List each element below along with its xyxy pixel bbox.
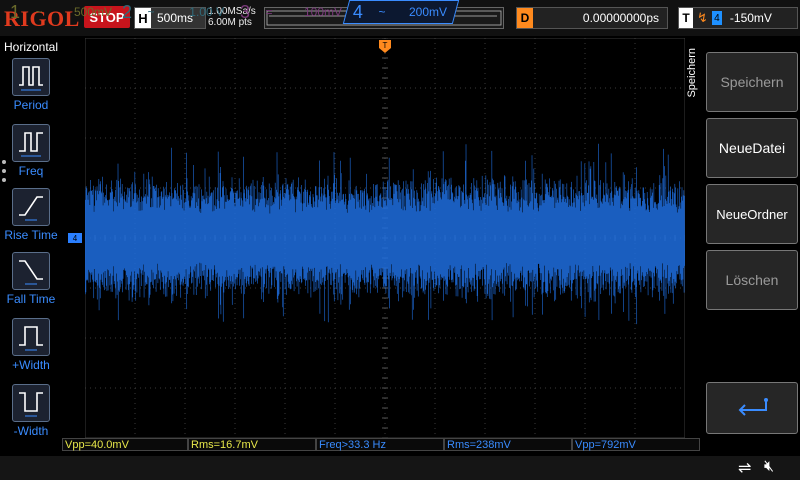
freq-icon	[12, 124, 50, 162]
return-button[interactable]	[706, 382, 798, 434]
save-button[interactable]: Speichern	[706, 52, 798, 112]
measure-label: -Width	[13, 424, 49, 438]
return-arrow-icon	[738, 398, 768, 416]
measurement-result: Rms=238mV	[444, 438, 572, 451]
delay-label: D	[517, 8, 533, 28]
channel-number: 1	[9, 1, 20, 22]
delay-box[interactable]: D 0.00000000ps	[516, 7, 668, 29]
rise-time-icon	[12, 188, 50, 226]
speaker-muted-icon[interactable]: 🔇︎	[764, 458, 774, 476]
coupling-icon: ~	[378, 5, 386, 19]
measure-fall-time[interactable]: Fall Time	[0, 252, 62, 306]
trigger-label: T	[679, 8, 693, 28]
trigger-box[interactable]: T ↯ 4 -150mV	[678, 7, 798, 29]
fall-time-icon	[12, 252, 50, 290]
measure-rise-time[interactable]: Rise Time	[0, 188, 62, 242]
channel-number: 2	[121, 1, 132, 22]
measure-label: +Width	[12, 358, 50, 372]
measurement-result: Vpp=792mV	[572, 438, 700, 451]
channel-3-tab[interactable]: 3 = 100mV	[234, 0, 342, 24]
waveform-display[interactable]: T	[85, 38, 685, 438]
measure-freq[interactable]: Freq	[0, 124, 62, 178]
measurement-result: Rms=16.7mV	[188, 438, 316, 451]
channel-scale: 1.00 V	[189, 5, 224, 19]
delete-button[interactable]: Löschen	[706, 250, 798, 310]
measure-label: Freq	[18, 164, 44, 178]
measure-label: Rise Time	[4, 228, 58, 242]
channel-scale: 200mV	[408, 5, 447, 19]
channel-bar	[0, 456, 800, 480]
channel-2-tab[interactable]: 2 ~ 1.00 V	[116, 0, 224, 24]
measure-positive-width[interactable]: +Width	[0, 318, 62, 372]
measurement-results: Vpp=40.0mV Rms=16.7mV Freq>33.3 Hz Rms=2…	[62, 438, 702, 452]
measurement-result: Vpp=40.0mV	[62, 438, 188, 451]
channel-scale: 100mV	[303, 5, 342, 19]
menu-title: Horizontal	[3, 40, 59, 54]
delay-value: 0.00000000ps	[582, 11, 659, 25]
menu-section-label: Speichern	[686, 48, 698, 98]
coupling-icon: ~	[35, 5, 43, 19]
edge-trigger-icon: ↯	[697, 10, 708, 25]
channel-number: 4	[352, 1, 363, 22]
channel-4-tab[interactable]: 4 ~ 200mV	[342, 0, 460, 24]
new-file-button[interactable]: NeueDatei	[706, 118, 798, 178]
channel-1-tab[interactable]: 1 ~ 500mV	[4, 0, 112, 24]
channel-4-trace	[85, 143, 685, 325]
channel-scale: 500mV	[73, 5, 112, 19]
measure-period[interactable]: Period	[0, 58, 62, 112]
channel-4-offset-marker[interactable]: 4	[68, 233, 82, 243]
negative-width-icon	[12, 384, 50, 422]
new-folder-button[interactable]: NeueOrdner	[706, 184, 798, 244]
measure-negative-width[interactable]: -Width	[0, 384, 62, 438]
positive-width-icon	[12, 318, 50, 356]
coupling-icon: ~	[147, 5, 155, 19]
measurement-result: Freq>33.3 Hz	[316, 438, 444, 451]
channel-number: 3	[239, 1, 250, 22]
coupling-icon: =	[265, 5, 273, 19]
usb-icon: ⇌	[738, 460, 752, 477]
measure-label: Period	[13, 98, 49, 112]
trigger-source: 4	[711, 11, 722, 25]
period-icon	[12, 58, 50, 96]
measure-label: Fall Time	[6, 292, 56, 306]
trigger-level: -150mV	[729, 11, 772, 25]
